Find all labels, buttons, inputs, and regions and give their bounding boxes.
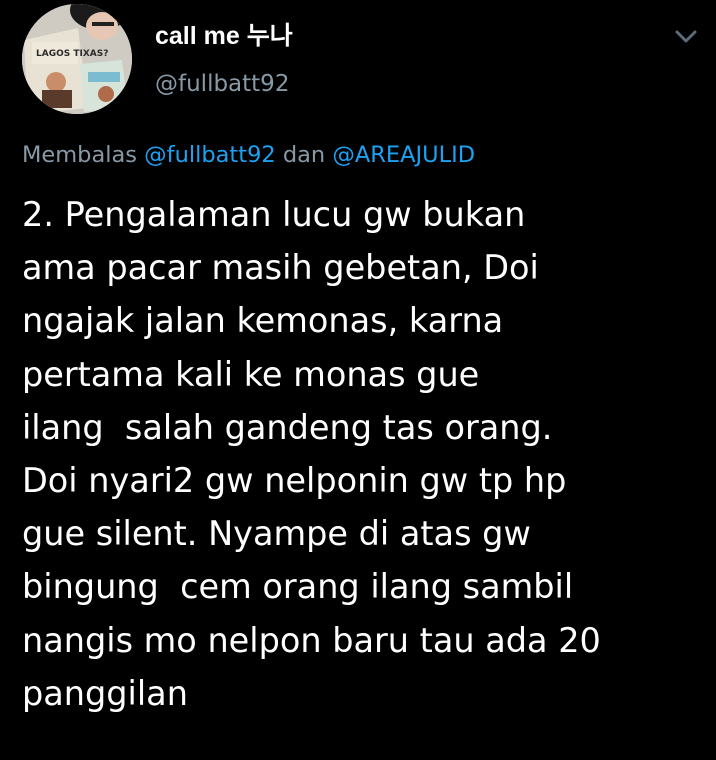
avatar-book-title: LAGOS TIXAS? bbox=[36, 49, 108, 59]
reply-joiner: dan bbox=[282, 142, 326, 168]
user-handle[interactable]: @fullbatt92 bbox=[155, 68, 289, 100]
avatar-image: LAGOS TIXAS? bbox=[22, 4, 132, 114]
tweet-text-line: 2. Pengalaman lucu gw bukan bbox=[22, 195, 526, 234]
tweet-text-line: Doi nyari2 gw nelponin gw tp hp bbox=[22, 461, 567, 501]
reply-context: Membalas @fullbatt92 dan @AREAJULID bbox=[22, 139, 475, 171]
reply-mention-link[interactable]: @fullbatt92 bbox=[144, 142, 276, 168]
tweet-text-line: ilang salah gandeng tas orang. bbox=[22, 407, 553, 447]
tweet-text-line: ngajak jalan kemonas, karna bbox=[22, 301, 504, 341]
tweet-text: 2. Pengalaman lucu gw bukan ama pacar ma… bbox=[22, 188, 712, 720]
tweet-text-line: gue silent. Nyampe di atas gw bbox=[22, 514, 531, 554]
avatar[interactable]: LAGOS TIXAS? bbox=[22, 4, 132, 114]
tweet-text-line: panggilan bbox=[22, 673, 188, 713]
tweet-text-line: nangis mo nelpon baru tau ada 20 bbox=[22, 620, 601, 660]
chevron-down-icon[interactable] bbox=[670, 20, 702, 52]
tweet: LAGOS TIXAS? call me 누나 @fullbatt92 Memb… bbox=[0, 0, 716, 760]
reply-prefix: Membalas bbox=[22, 142, 138, 168]
tweet-text-line: pertama kali ke monas gue bbox=[22, 354, 480, 394]
tweet-text-line: ama pacar masih gebetan, Doi bbox=[22, 248, 539, 288]
reply-mention-link[interactable]: @AREAJULID bbox=[332, 142, 475, 168]
display-name[interactable]: call me 누나 bbox=[155, 20, 293, 52]
tweet-text-line: bingung cem orang ilang sambil bbox=[22, 567, 574, 607]
